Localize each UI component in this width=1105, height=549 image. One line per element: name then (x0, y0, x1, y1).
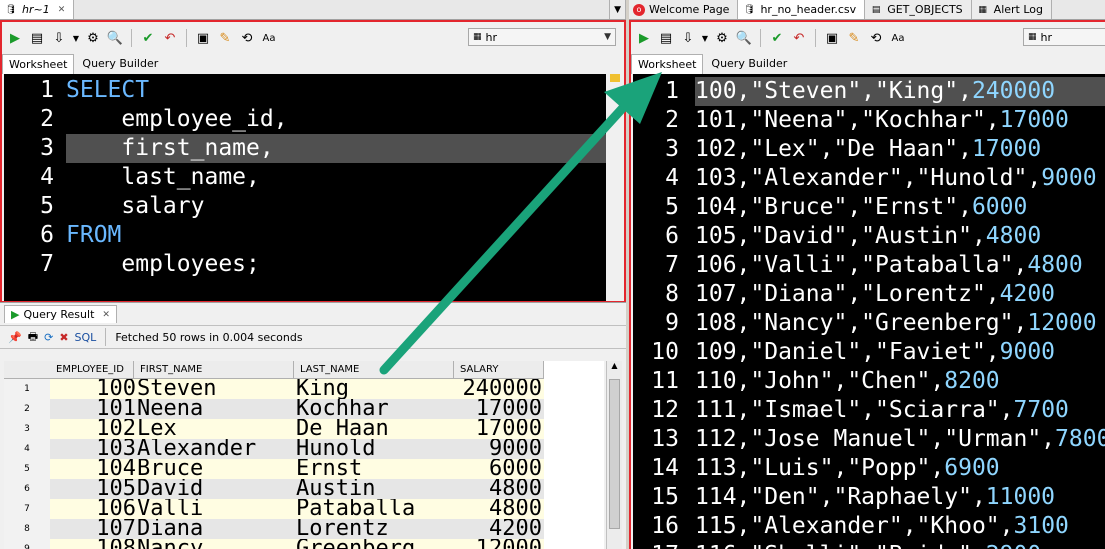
sql-developer-window: 🛢 hr~1 ✕ ▼ o Welcome Page 🛢 hr_no_header… (0, 0, 1105, 549)
annotation-arrow (379, 72, 662, 375)
arrow-shaft (379, 95, 635, 375)
